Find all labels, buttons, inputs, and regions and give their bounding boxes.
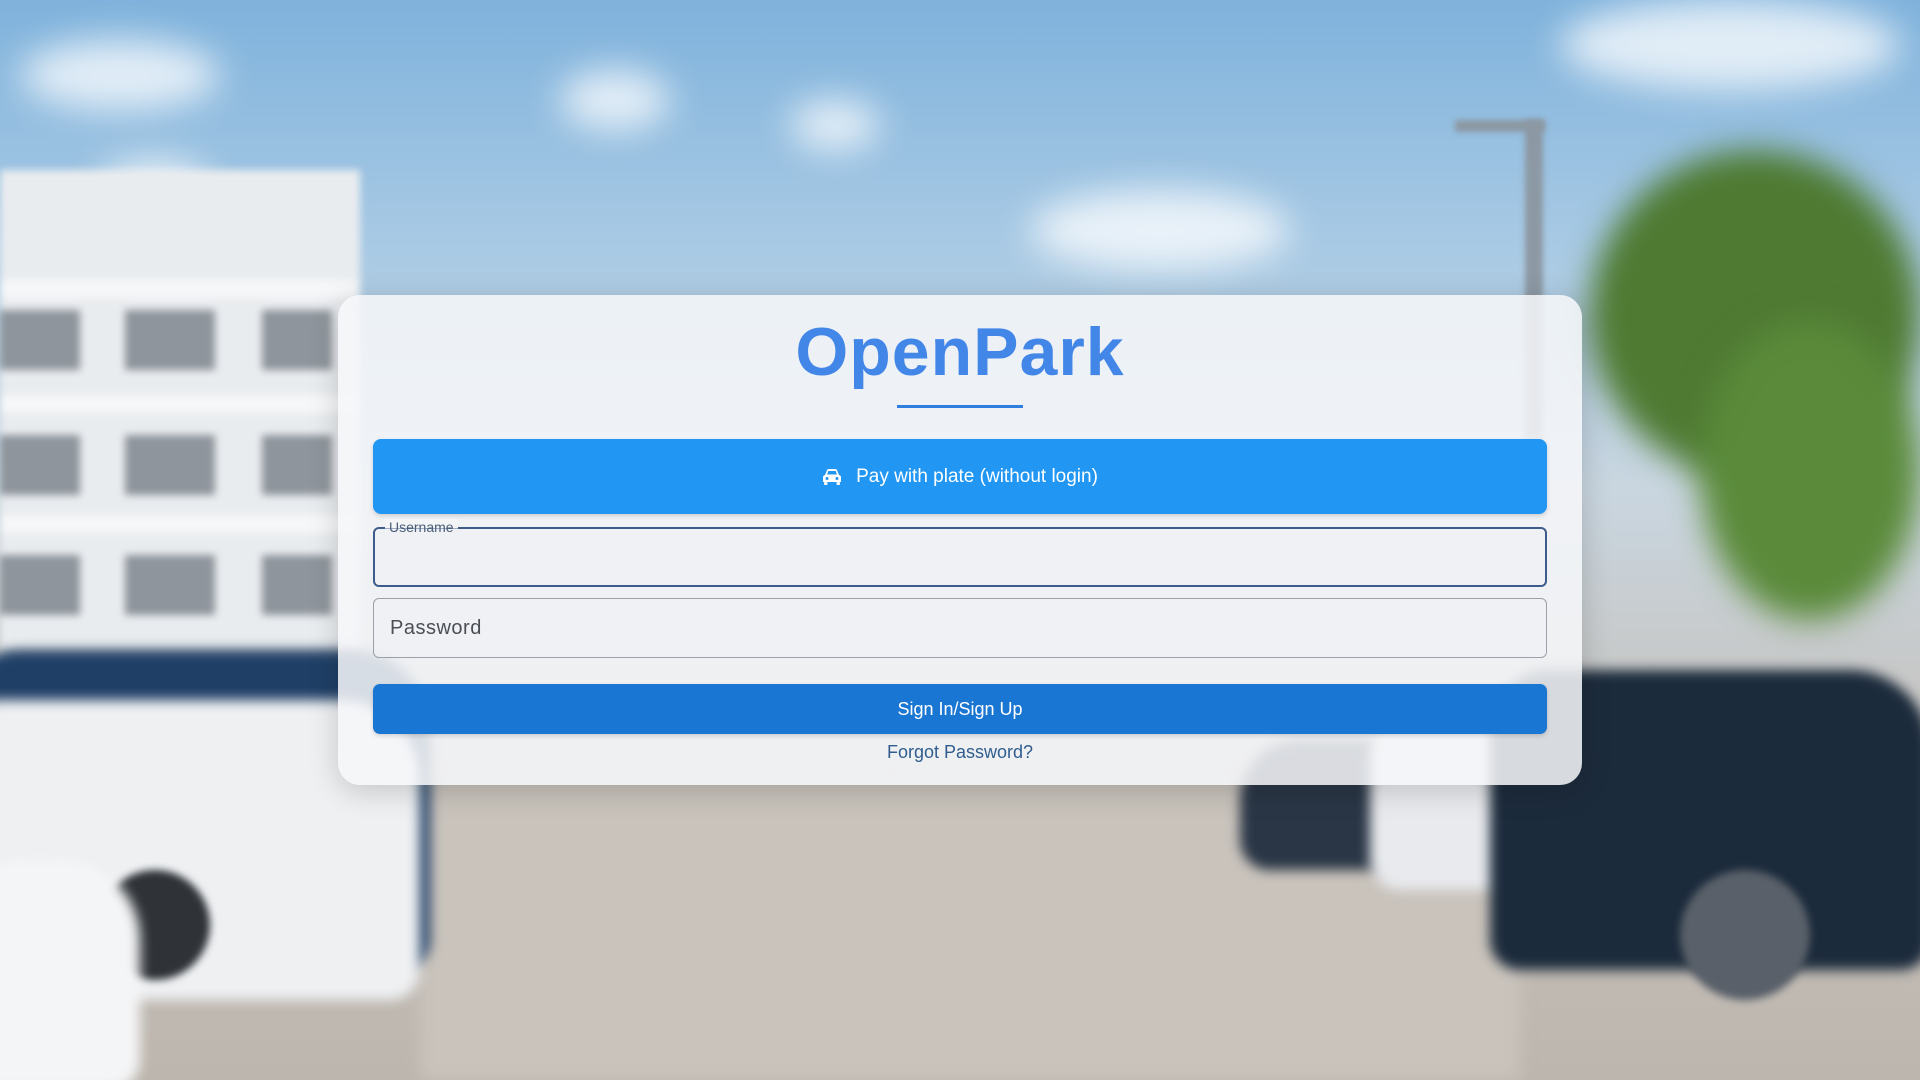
logo-underline [897, 405, 1023, 408]
parking-garage [0, 170, 360, 650]
login-card: OpenPark Pay with plate (without login) … [338, 295, 1582, 785]
username-field[interactable]: Username [373, 519, 1547, 587]
car-wheel [1680, 870, 1810, 1000]
password-input[interactable] [388, 599, 1532, 657]
cloud-shape [560, 70, 670, 130]
pay-with-plate-button[interactable]: Pay with plate (without login) [373, 439, 1547, 514]
light-pole-head [1455, 120, 1545, 132]
cloud-shape [1560, 0, 1900, 90]
app-logo: OpenPark [795, 314, 1125, 390]
cloud-shape [20, 40, 220, 110]
tree [1700, 320, 1920, 620]
password-field[interactable] [373, 598, 1547, 658]
sign-in-label: Sign In/Sign Up [897, 698, 1023, 719]
username-input[interactable] [389, 529, 1533, 587]
sign-in-button[interactable]: Sign In/Sign Up [373, 684, 1547, 734]
car-icon [822, 468, 842, 486]
forgot-password-link[interactable]: Forgot Password? [338, 742, 1582, 763]
cloud-shape [790, 100, 880, 150]
parked-car [0, 860, 140, 1080]
pay-with-plate-label: Pay with plate (without login) [856, 465, 1098, 487]
cloud-shape [1030, 190, 1290, 270]
